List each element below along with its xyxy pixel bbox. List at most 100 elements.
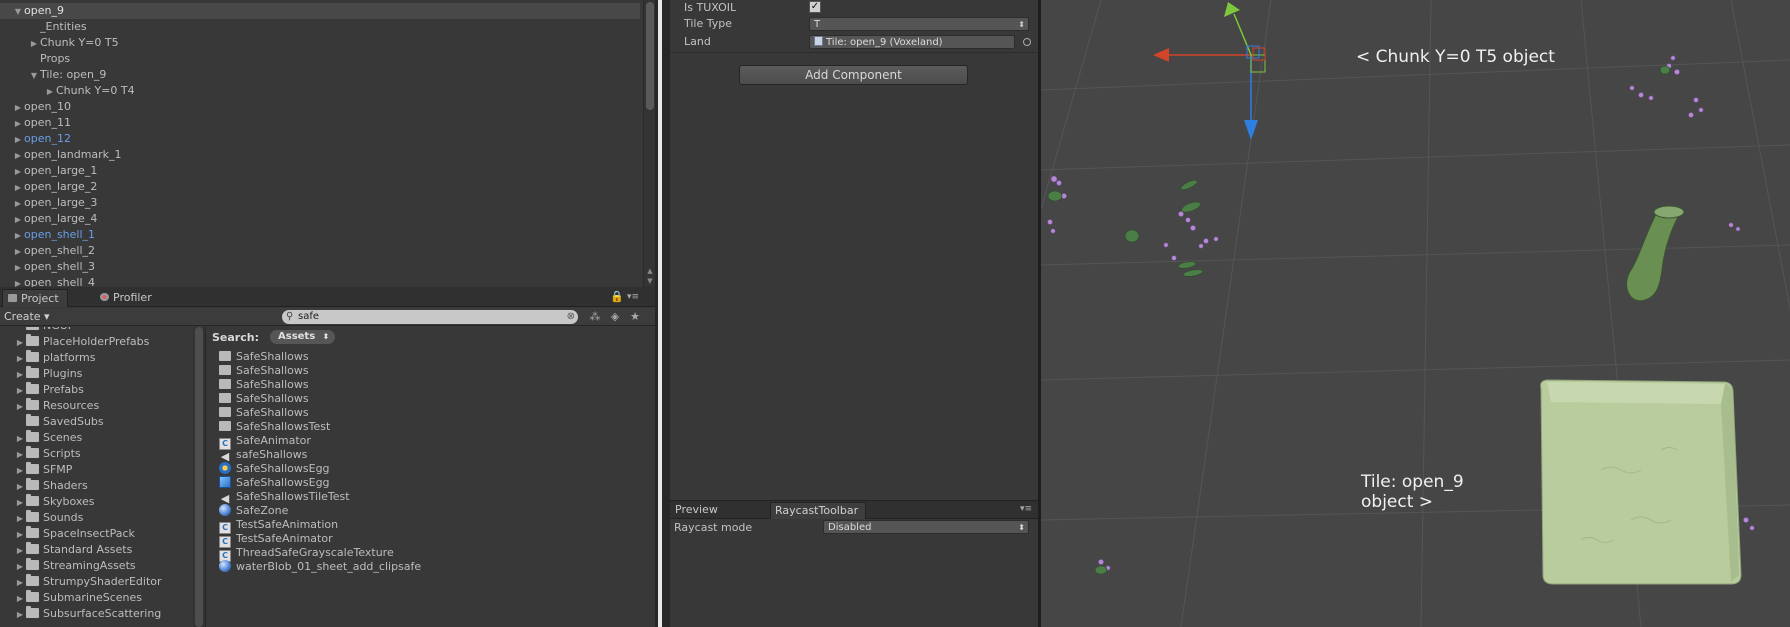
hierarchy-item[interactable]: ▶ open_landmark_1: [0, 147, 122, 163]
collapsed-arrow-icon[interactable]: ▶: [14, 383, 26, 399]
collapsed-arrow-icon[interactable]: ▶: [14, 591, 26, 607]
collapsed-arrow-icon[interactable]: ▶: [14, 335, 26, 351]
tab-project[interactable]: Project: [2, 289, 68, 307]
collapsed-arrow-icon[interactable]: ▶: [14, 479, 26, 495]
hierarchy-item[interactable]: ▶ open_shell_2: [0, 243, 95, 259]
hierarchy-item[interactable]: ▶ open_large_3: [0, 195, 97, 211]
panel-divider[interactable]: [655, 0, 670, 627]
search-scope-dropdown[interactable]: Assets ⬍: [270, 330, 336, 344]
raycast-mode-dropdown[interactable]: Disabled ⬍: [823, 520, 1029, 534]
folder-item[interactable]: SavedSubs: [0, 414, 104, 430]
add-component-button[interactable]: Add Component: [739, 65, 968, 85]
collapsed-arrow-icon[interactable]: ▶: [12, 100, 24, 116]
collapsed-arrow-icon[interactable]: ▶: [14, 607, 26, 623]
hierarchy-item[interactable]: ▶ open_large_2: [0, 179, 97, 195]
collapsed-arrow-icon[interactable]: ▶: [14, 351, 26, 367]
hierarchy-scrollbar[interactable]: ▲ ▼: [643, 0, 655, 287]
clear-search-icon[interactable]: ⊗: [567, 310, 575, 324]
collapsed-arrow-icon[interactable]: ▶: [12, 212, 24, 228]
folder-item[interactable]: ▶ Scenes: [0, 430, 82, 446]
favorite-star-icon[interactable]: ★: [628, 310, 642, 324]
folder-item[interactable]: ▶ SubmarineScenes: [0, 590, 142, 606]
scroll-down-icon[interactable]: ▼: [646, 277, 654, 285]
hierarchy-item[interactable]: ▶ open_shell_1: [0, 227, 95, 243]
search-input[interactable]: ⚲ safe ⊗: [282, 310, 578, 324]
collapsed-arrow-icon[interactable]: ▶: [12, 180, 24, 196]
collapsed-arrow-icon[interactable]: ▶: [12, 260, 24, 276]
folder-item[interactable]: ▶ SubsurfaceScattering: [0, 606, 161, 622]
collapsed-arrow-icon[interactable]: ▶: [14, 431, 26, 447]
folder-item[interactable]: ▶ Resources: [0, 398, 99, 414]
collapsed-arrow-icon[interactable]: ▶: [14, 495, 26, 511]
folder-item[interactable]: ▶ Skyboxes: [0, 494, 95, 510]
folder-item[interactable]: ▶ Standard Assets: [0, 542, 132, 558]
lock-icon[interactable]: 🔒: [610, 290, 624, 304]
collapsed-arrow-icon[interactable]: ▶: [14, 527, 26, 543]
land-object-field[interactable]: Tile: open_9 (Voxeland): [809, 35, 1015, 49]
hierarchy-item[interactable]: ▶ open_12: [0, 131, 71, 147]
collapsed-arrow-icon[interactable]: ▶: [14, 463, 26, 479]
hierarchy-item[interactable]: ▶ Chunk Y=0 T4: [0, 83, 135, 99]
folder-item[interactable]: ▶ StreamingAssets: [0, 558, 136, 574]
collapsed-arrow-icon[interactable]: ▶: [14, 575, 26, 591]
hierarchy-item[interactable]: ▶ open_large_1: [0, 163, 97, 179]
collapsed-arrow-icon[interactable]: ▶: [12, 164, 24, 180]
hierarchy-item[interactable]: ▶ open_shell_3: [0, 259, 95, 275]
scene-canvas[interactable]: [1041, 0, 1790, 627]
collapsed-arrow-icon[interactable]: ▶: [12, 148, 24, 164]
expanded-arrow-icon[interactable]: ▼: [12, 4, 24, 20]
object-picker-icon[interactable]: [1023, 38, 1031, 46]
collapsed-arrow-icon[interactable]: ▶: [14, 399, 26, 415]
folder-item[interactable]: ▶ PlaceHolderPrefabs: [0, 334, 149, 350]
hierarchy-item[interactable]: Props: [0, 51, 70, 67]
tab-profiler[interactable]: Profiler: [95, 289, 160, 307]
collapsed-arrow-icon[interactable]: ▶: [14, 367, 26, 383]
folder-item[interactable]: ▶ platforms: [0, 350, 95, 366]
collapsed-arrow-icon[interactable]: ▶: [12, 196, 24, 212]
hierarchy-item[interactable]: ▶ open_11: [0, 115, 71, 131]
collapsed-arrow-icon[interactable]: ▶: [14, 511, 26, 527]
collapsed-arrow-icon[interactable]: ▶: [14, 543, 26, 559]
folder-item[interactable]: ▶ SpaceInsectPack: [0, 526, 135, 542]
collapsed-arrow-icon[interactable]: ▶: [12, 244, 24, 260]
collapsed-arrow-icon[interactable]: ▶: [14, 447, 26, 463]
filter-by-type-icon[interactable]: ⁂: [588, 310, 602, 324]
scene-view[interactable]: < Chunk Y=0 T5 object Tile: open_9 objec…: [1041, 0, 1790, 627]
collapsed-arrow-icon[interactable]: ▶: [28, 36, 40, 52]
folder-item[interactable]: ▶ Sounds: [0, 510, 83, 526]
collapsed-arrow-icon[interactable]: ▶: [12, 276, 24, 287]
folder-scrollbar-thumb[interactable]: [195, 327, 203, 627]
transform-gizmo[interactable]: [1153, 2, 1266, 140]
collapsed-arrow-icon[interactable]: ▶: [12, 132, 24, 148]
tab-raycast-toolbar[interactable]: RaycastToolbar: [770, 502, 866, 519]
folder-item[interactable]: ▶ Scripts: [0, 446, 81, 462]
tile-cube[interactable]: [1540, 379, 1742, 585]
coral-stalk[interactable]: [1626, 205, 1685, 302]
preview-menu-icon[interactable]: ▾≡: [1020, 504, 1032, 514]
collapsed-arrow-icon[interactable]: ▶: [14, 559, 26, 575]
collapsed-arrow-icon[interactable]: ▶: [44, 84, 56, 100]
scroll-up-icon[interactable]: ▲: [646, 267, 654, 275]
folder-item[interactable]: ▶ Prefabs: [0, 382, 84, 398]
hierarchy-item[interactable]: ▼ open_9: [0, 3, 640, 19]
hierarchy-item[interactable]: ▶ Chunk Y=0 T5: [0, 35, 119, 51]
folder-item[interactable]: ▶ Shaders: [0, 478, 88, 494]
hierarchy-item[interactable]: ▼ Tile: open_9: [0, 67, 107, 84]
folder-item[interactable]: ▶ Plugins: [0, 366, 82, 382]
expanded-arrow-icon[interactable]: ▼: [28, 68, 40, 84]
filter-by-label-icon[interactable]: ◈: [608, 310, 622, 324]
hierarchy-item[interactable]: ▶ open_shell_4: [0, 275, 95, 287]
folder-item[interactable]: ▶ StrumpyShaderEditor: [0, 574, 162, 590]
folder-scrollbar[interactable]: [193, 327, 205, 627]
is-tuxoil-checkbox[interactable]: ✓: [809, 1, 821, 13]
hierarchy-item[interactable]: _Entities: [0, 19, 87, 35]
create-button[interactable]: Create ▾: [4, 309, 50, 325]
hierarchy-item[interactable]: ▶ open_10: [0, 99, 71, 115]
asset-item[interactable]: waterBlob_01_sheet_add_clipsafe: [219, 559, 421, 575]
collapsed-arrow-icon[interactable]: ▶: [12, 116, 24, 132]
folder-item[interactable]: NGUI: [0, 327, 71, 334]
collapsed-arrow-icon[interactable]: ▶: [12, 228, 24, 244]
tile-type-dropdown[interactable]: T ⬍: [809, 17, 1029, 31]
hierarchy-item[interactable]: ▶ open_large_4: [0, 211, 97, 227]
folder-item[interactable]: ▶ SFMP: [0, 462, 72, 478]
